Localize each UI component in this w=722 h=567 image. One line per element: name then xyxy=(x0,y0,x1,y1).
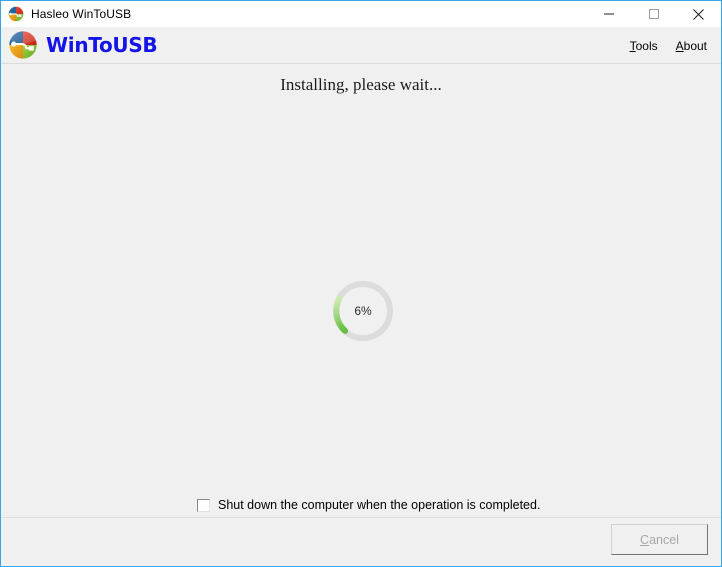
status-message: Installing, please wait... xyxy=(280,75,442,94)
app-window: Hasleo WinToUSB WinToUSB Tools About Ins… xyxy=(0,0,722,567)
brand-title: WinToUSB xyxy=(46,33,158,57)
window-controls xyxy=(586,1,721,27)
close-button[interactable] xyxy=(676,1,721,27)
main-content: Installing, please wait... 6% Shut down … xyxy=(1,64,721,517)
circular-progress-indicator: 6% xyxy=(331,279,395,343)
progress-percent-label: 6% xyxy=(354,304,372,318)
footer-bar: Cancel xyxy=(1,517,721,566)
maximize-button[interactable] xyxy=(631,1,676,27)
window-icon xyxy=(8,6,24,22)
cancel-accel: C xyxy=(640,532,650,547)
wintousb-logo-icon xyxy=(8,30,38,60)
window-title: Hasleo WinToUSB xyxy=(31,7,132,21)
menu-item-about[interactable]: About xyxy=(676,39,707,53)
title-bar: Hasleo WinToUSB xyxy=(1,1,721,27)
app-header: WinToUSB Tools About xyxy=(1,27,721,64)
menu-tools-rest: ools xyxy=(635,38,658,53)
shutdown-checkbox-label: Shut down the computer when the operatio… xyxy=(218,498,541,512)
menu-about-rest: bout xyxy=(683,38,707,53)
shutdown-checkbox[interactable] xyxy=(197,498,210,512)
shutdown-checkbox-row[interactable]: Shut down the computer when the operatio… xyxy=(197,498,540,512)
menu-item-tools[interactable]: Tools xyxy=(630,39,658,53)
cancel-button[interactable]: Cancel xyxy=(611,524,708,555)
minimize-button[interactable] xyxy=(586,1,631,27)
header-menu: Tools About xyxy=(630,27,707,64)
cancel-rest: ancel xyxy=(649,532,679,547)
menu-about-accel: A xyxy=(675,38,684,53)
